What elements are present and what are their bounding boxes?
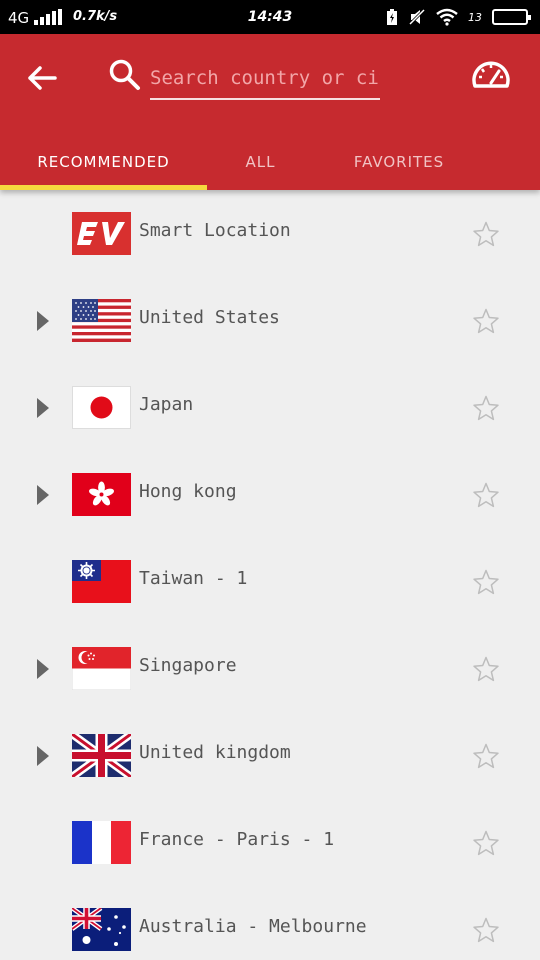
location-name: Singapore xyxy=(139,655,237,676)
mute-icon xyxy=(408,8,426,26)
uk-flag-icon xyxy=(72,734,131,777)
location-row-australia[interactable]: Australia - Melbourne xyxy=(0,886,540,960)
battery-saver-icon xyxy=(387,9,397,25)
location-list: Smart Location United States Japan Hong … xyxy=(0,190,540,960)
favorite-star-icon[interactable] xyxy=(472,482,500,508)
favorite-star-icon[interactable] xyxy=(472,917,500,943)
favorite-star-icon[interactable] xyxy=(472,395,500,421)
favorite-star-icon[interactable] xyxy=(472,830,500,856)
hong-kong-flag-icon xyxy=(72,473,131,516)
tab-recommended[interactable]: RECOMMENDED xyxy=(0,134,207,190)
back-arrow-icon[interactable] xyxy=(24,60,60,96)
us-flag-icon xyxy=(72,299,131,342)
location-name: United States xyxy=(139,307,280,328)
location-row-united-states[interactable]: United States xyxy=(0,277,540,364)
location-row-taiwan[interactable]: Taiwan - 1 xyxy=(0,538,540,625)
singapore-flag-icon xyxy=(72,647,131,690)
tab-all[interactable]: ALL xyxy=(207,134,314,190)
location-tabs: RECOMMENDED ALL FAVORITES xyxy=(0,134,540,190)
battery-percent: 13 xyxy=(468,10,482,24)
location-name: Taiwan - 1 xyxy=(139,568,248,589)
location-name: Hong kong xyxy=(139,481,237,502)
location-name: France - Paris - 1 xyxy=(139,829,335,850)
tab-favorites[interactable]: FAVORITES xyxy=(314,134,484,190)
australia-flag-icon xyxy=(72,908,131,951)
app-bar: RECOMMENDED ALL FAVORITES xyxy=(0,34,540,190)
location-name: Smart Location xyxy=(139,220,291,241)
expand-arrow-icon[interactable] xyxy=(36,745,50,767)
location-row-hong-kong[interactable]: Hong kong xyxy=(0,451,540,538)
location-row-singapore[interactable]: Singapore xyxy=(0,625,540,712)
expand-arrow-icon[interactable] xyxy=(36,484,50,506)
location-name: United kingdom xyxy=(139,742,291,763)
search-icon xyxy=(109,59,140,90)
expand-arrow-icon[interactable] xyxy=(36,310,50,332)
battery-icon xyxy=(492,9,531,25)
favorite-star-icon[interactable] xyxy=(472,221,500,247)
wifi-icon xyxy=(436,8,458,26)
favorite-star-icon[interactable] xyxy=(472,656,500,682)
location-row-france[interactable]: France - Paris - 1 xyxy=(0,799,540,886)
expressvpn-logo-icon xyxy=(72,212,131,255)
location-name: Japan xyxy=(139,394,194,415)
search-input[interactable] xyxy=(150,60,380,96)
status-bar: 4G 0.7k/s 14:43 13 xyxy=(0,0,540,34)
favorite-star-icon[interactable] xyxy=(472,743,500,769)
expand-arrow-icon[interactable] xyxy=(36,658,50,680)
speedometer-icon[interactable] xyxy=(470,56,512,98)
location-row-united-kingdom[interactable]: United kingdom xyxy=(0,712,540,799)
france-flag-icon xyxy=(72,821,131,864)
location-row-smart-location[interactable]: Smart Location xyxy=(0,190,540,277)
location-row-japan[interactable]: Japan xyxy=(0,364,540,451)
expand-arrow-icon[interactable] xyxy=(36,397,50,419)
location-name: Australia - Melbourne xyxy=(139,916,367,937)
taiwan-flag-icon xyxy=(72,560,131,603)
japan-flag-icon xyxy=(72,386,131,429)
favorite-star-icon[interactable] xyxy=(472,308,500,334)
search-field[interactable] xyxy=(150,60,380,100)
favorite-star-icon[interactable] xyxy=(472,569,500,595)
